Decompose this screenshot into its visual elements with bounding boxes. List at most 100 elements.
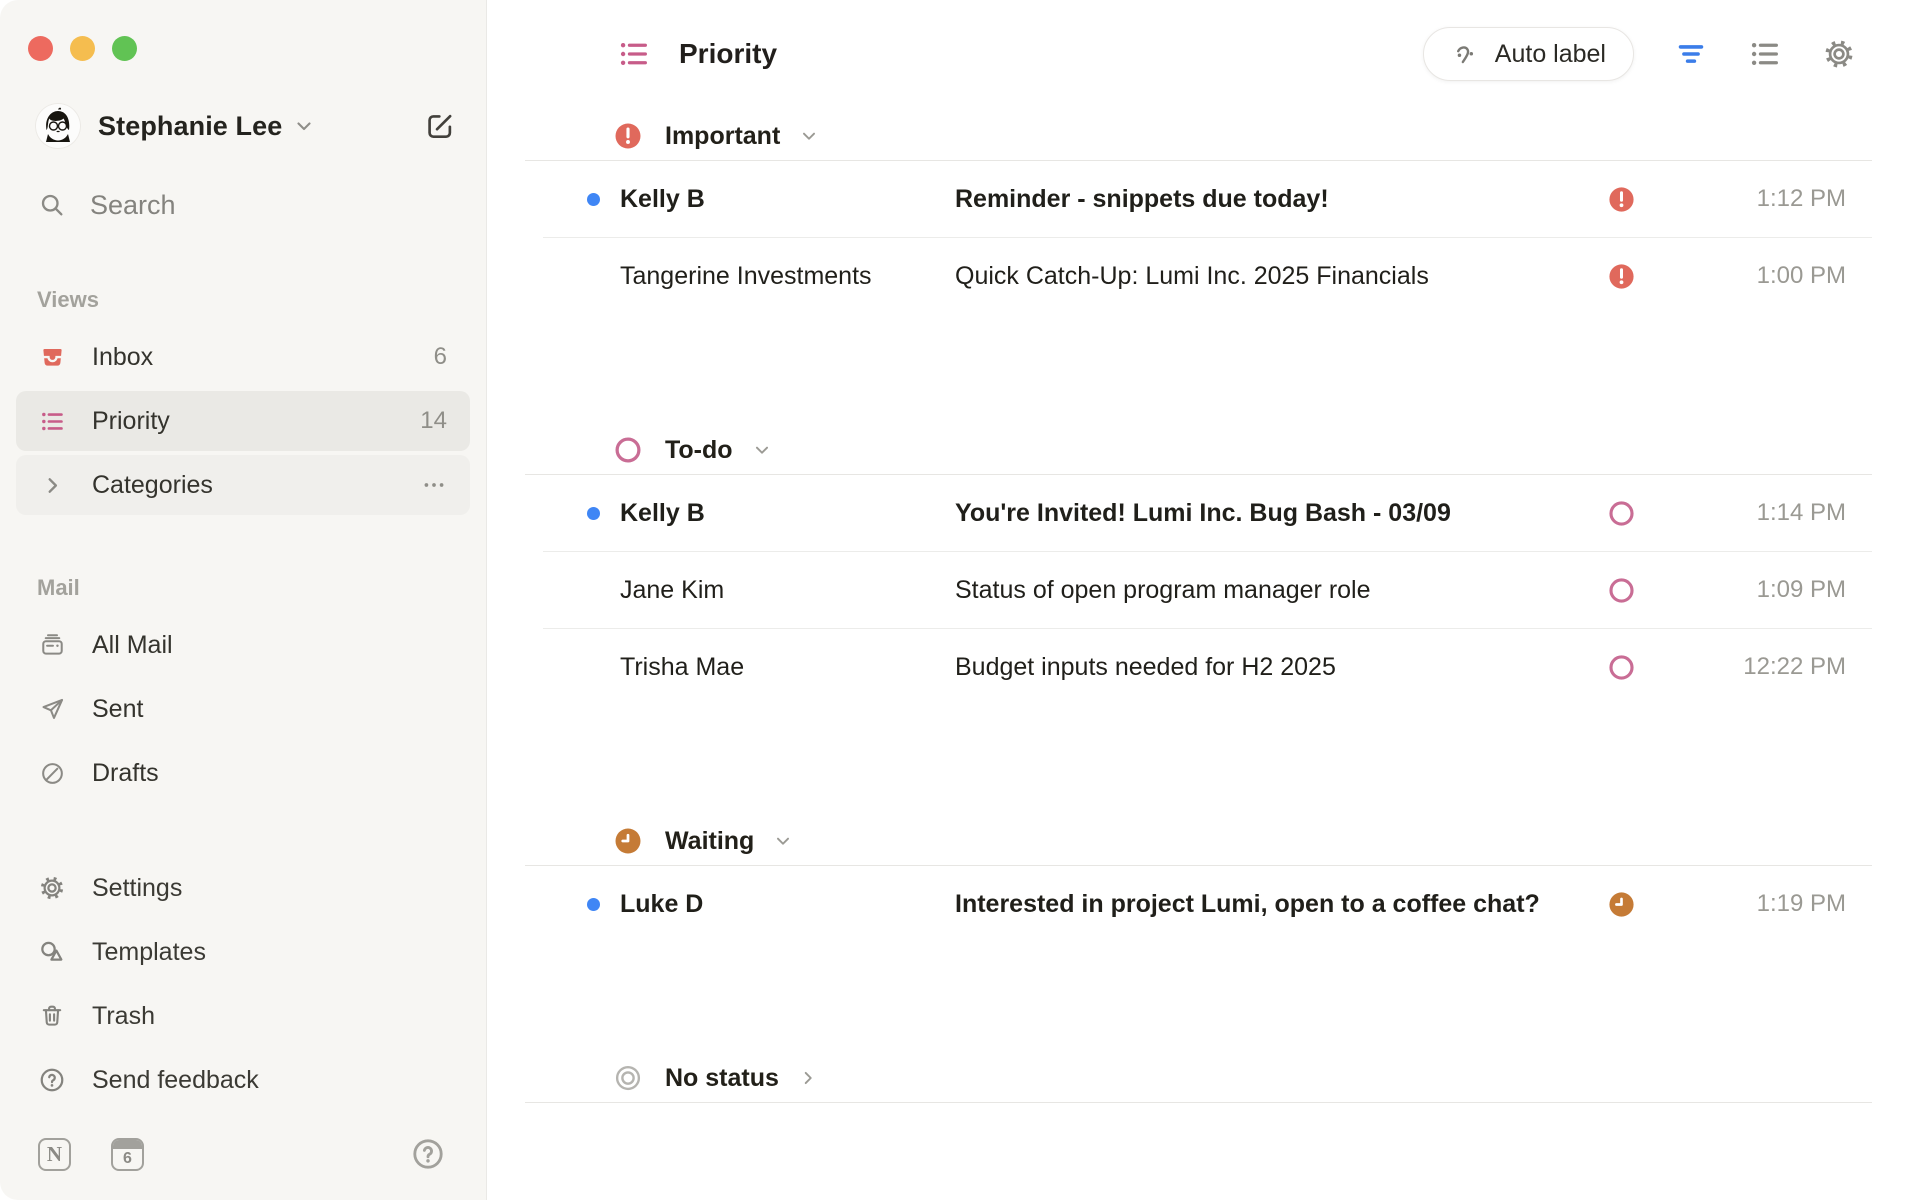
gear-icon (38, 874, 66, 902)
email-group-to-do: To-do Kelly BYou're Invited! Lumi Inc. Bu… (525, 426, 1872, 705)
unread-dot (587, 507, 600, 520)
all-mail-icon (39, 632, 66, 659)
email-sender: Tangerine Investments (620, 262, 955, 291)
list-view-button[interactable] (1748, 37, 1782, 71)
email-row[interactable]: Trisha MaeBudget inputs needed for H2 20… (525, 629, 1872, 705)
email-row[interactable]: Tangerine InvestmentsQuick Catch-Up: Lum… (525, 238, 1872, 314)
chevron-down-icon (798, 125, 820, 147)
waiting-status-icon[interactable] (1607, 890, 1636, 919)
search-input[interactable]: Search (38, 187, 456, 223)
view-settings-button[interactable] (1822, 37, 1856, 71)
drafts-icon (39, 760, 66, 787)
topbar: Priority Auto label (487, 0, 1920, 98)
page-title: Priority (679, 38, 777, 70)
sent-icon (39, 696, 66, 723)
chevron-down-icon (751, 439, 773, 461)
views-section-label: Views (37, 287, 486, 313)
calendar-icon[interactable]: 6 (111, 1138, 144, 1171)
sidebar-item-label: Sent (92, 695, 143, 724)
sidebar-item-settings[interactable]: Settings (0, 856, 486, 920)
sidebar-item-templates[interactable]: Templates (0, 920, 486, 984)
help-icon (38, 1066, 66, 1094)
email-row[interactable]: Kelly BReminder - snippets due today! 1:1… (525, 161, 1872, 237)
important-status-icon[interactable] (1607, 262, 1636, 291)
group-header-no-status[interactable]: No status (525, 1054, 1872, 1102)
sidebar-item-categories[interactable]: Categories (16, 455, 470, 515)
sidebar-item-sent[interactable]: Sent (16, 679, 470, 739)
filter-icon (1674, 37, 1708, 71)
sidebar: Stephanie Lee Search Views Inbox 6 Prior… (0, 0, 487, 1200)
email-time: 1:12 PM (1636, 185, 1846, 213)
notion-logo-icon[interactable]: N (38, 1138, 71, 1171)
list-view-icon (1748, 37, 1782, 71)
group-header-waiting[interactable]: Waiting (525, 817, 1872, 865)
unread-count: 14 (420, 407, 447, 435)
app-window: Stephanie Lee Search Views Inbox 6 Prior… (0, 0, 1920, 1200)
unread-count: 6 (434, 343, 447, 371)
email-time: 1:00 PM (1636, 262, 1846, 290)
group-label: To-do (665, 436, 733, 465)
sidebar-bottom-bar: N 6 (38, 1136, 446, 1172)
priority-list-icon (39, 408, 66, 435)
todo-status-icon[interactable] (1607, 576, 1636, 605)
minimize-button[interactable] (70, 36, 95, 61)
todo-status-icon[interactable] (1607, 653, 1636, 682)
auto-label-button[interactable]: Auto label (1423, 27, 1634, 81)
sidebar-item-label: Templates (92, 938, 206, 967)
sidebar-item-label: Categories (92, 471, 213, 500)
calendar-day: 6 (113, 1149, 142, 1169)
sidebar-item-drafts[interactable]: Drafts (16, 743, 470, 803)
email-subject: Interested in project Lumi, open to a co… (955, 890, 1591, 919)
group-label: Waiting (665, 827, 754, 856)
account-switcher[interactable]: Stephanie Lee (36, 103, 456, 149)
help-icon[interactable] (410, 1136, 446, 1172)
unread-dot (587, 898, 600, 911)
traffic-lights (0, 0, 486, 61)
group-label: No status (665, 1064, 779, 1093)
mail-section-label: Mail (37, 575, 486, 601)
sidebar-item-priority[interactable]: Priority 14 (16, 391, 470, 451)
important-status-icon[interactable] (1607, 185, 1636, 214)
email-sender: Kelly B (620, 185, 955, 214)
email-time: 1:19 PM (1636, 890, 1846, 918)
section-divider (525, 1102, 1872, 1103)
sidebar-item-label: Send feedback (92, 1066, 259, 1095)
auto-label-face-icon (1451, 40, 1480, 69)
sidebar-item-inbox[interactable]: Inbox 6 (16, 327, 470, 387)
email-row[interactable]: Luke DInterested in project Lumi, open t… (525, 866, 1872, 942)
gear-icon (1822, 37, 1856, 71)
priority-list-icon (617, 37, 651, 71)
email-list: ImportantKelly BReminder - snippets due … (487, 98, 1920, 1200)
email-group-no-status: No status (525, 1054, 1872, 1103)
email-row[interactable]: Kelly BYou're Invited! Lumi Inc. Bug Bas… (525, 475, 1872, 551)
chevron-down-icon (292, 114, 316, 138)
sidebar-item-trash[interactable]: Trash (0, 984, 486, 1048)
account-name: Stephanie Lee (98, 111, 282, 142)
main-pane: Priority Auto label ImportantKelly BRemi… (487, 0, 1920, 1200)
waiting-icon (613, 826, 643, 856)
group-header-important[interactable]: Important (525, 112, 1872, 160)
email-subject: You're Invited! Lumi Inc. Bug Bash - 03/… (955, 499, 1591, 528)
sidebar-item-label: Settings (92, 874, 182, 903)
sidebar-item-label: Trash (92, 1002, 155, 1031)
chevron-down-icon (772, 830, 794, 852)
filter-button[interactable] (1674, 37, 1708, 71)
compose-button[interactable] (424, 110, 456, 142)
trash-icon (38, 1002, 66, 1030)
email-subject: Budget inputs needed for H2 2025 (955, 653, 1591, 682)
zoom-button[interactable] (112, 36, 137, 61)
no-status-icon (613, 1063, 643, 1093)
chevron-right-icon (797, 1067, 819, 1089)
email-subject: Reminder - snippets due today! (955, 185, 1591, 214)
email-row[interactable]: Jane KimStatus of open program manager r… (525, 552, 1872, 628)
unread-dot (587, 193, 600, 206)
more-options-icon[interactable] (421, 472, 447, 498)
close-button[interactable] (28, 36, 53, 61)
sidebar-item-all-mail[interactable]: All Mail (16, 615, 470, 675)
sidebar-item-label: All Mail (92, 631, 173, 660)
group-header-to-do[interactable]: To-do (525, 426, 1872, 474)
email-sender: Trisha Mae (620, 653, 955, 682)
todo-status-icon[interactable] (1607, 499, 1636, 528)
sidebar-footer: Settings Templates Trash Send feedback N… (0, 856, 486, 1200)
sidebar-item-send-feedback[interactable]: Send feedback (0, 1048, 486, 1112)
